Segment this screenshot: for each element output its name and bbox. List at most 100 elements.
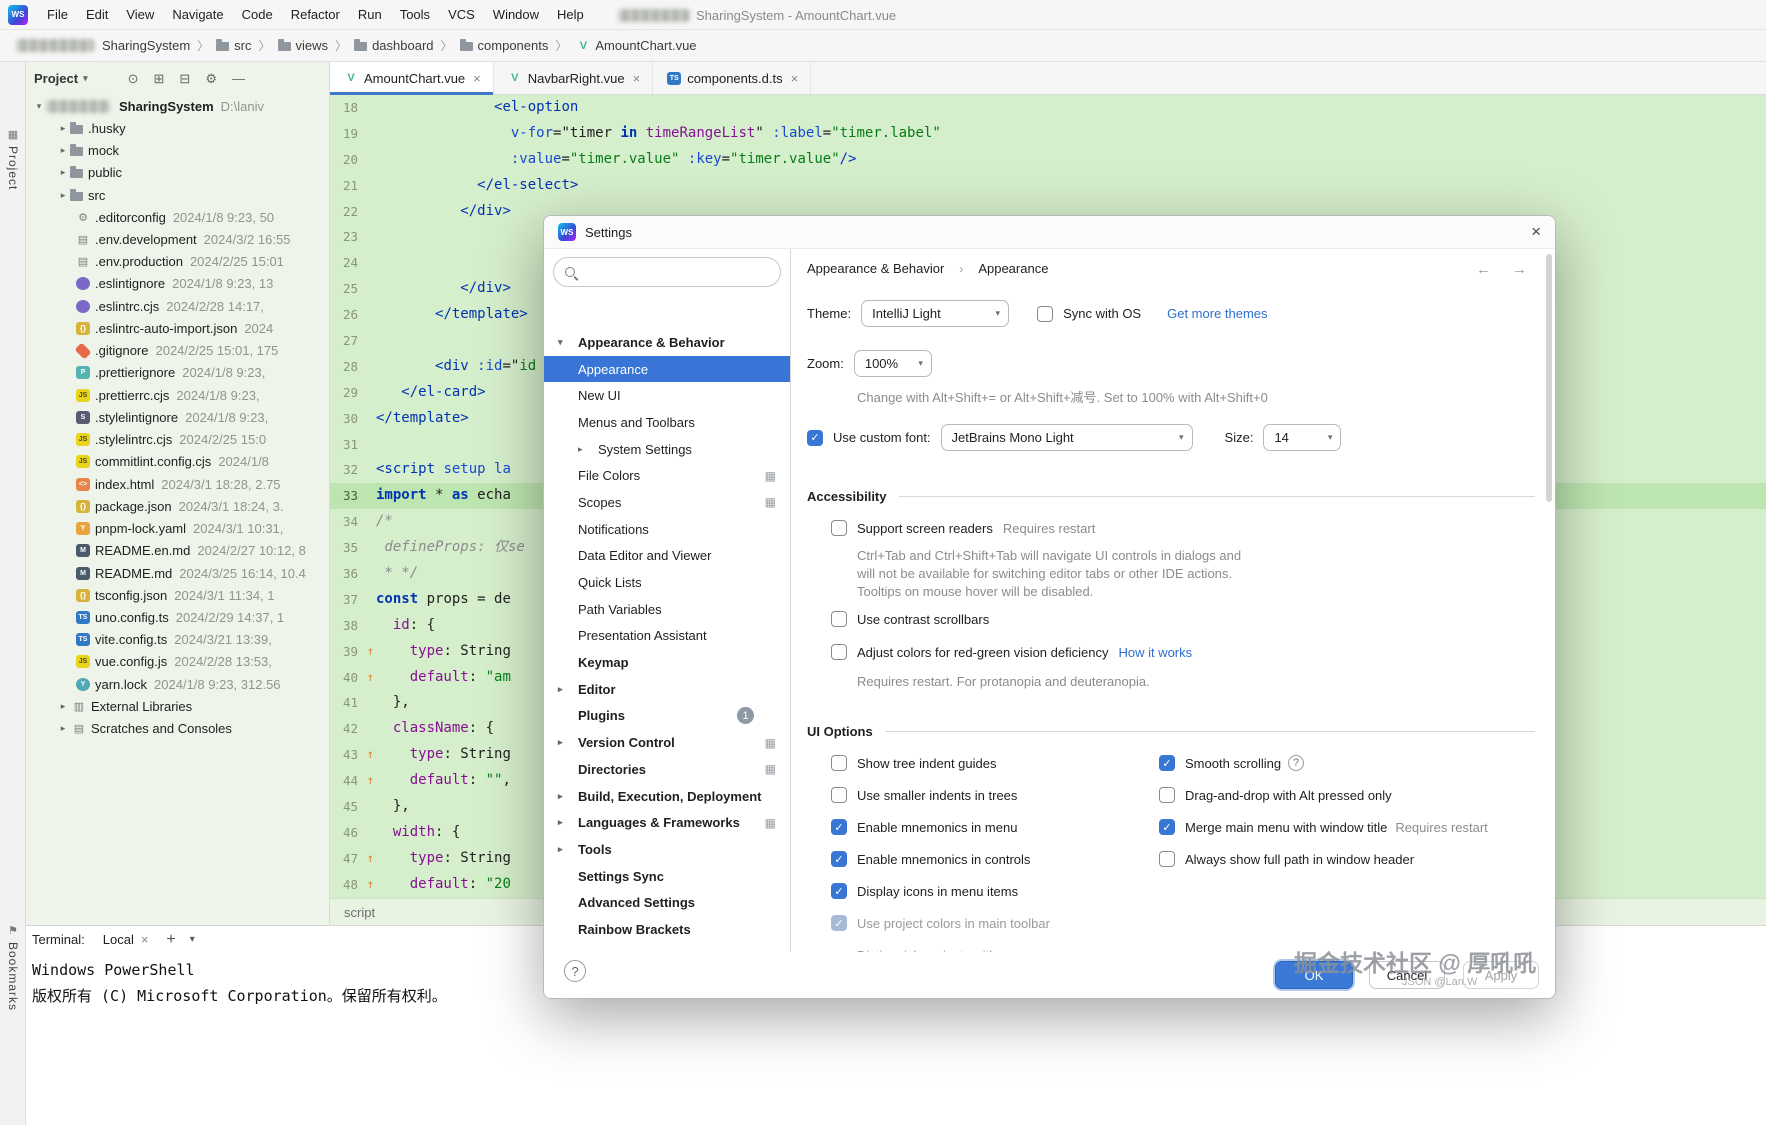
breadcrumb-item-amountchart-vue[interactable]: V AmountChart.vue <box>574 38 697 53</box>
zoom-select[interactable]: 100% ▾ <box>853 350 932 377</box>
sync-with-os-checkbox[interactable] <box>1037 305 1054 322</box>
checkbox[interactable]: ✓ <box>1159 819 1175 835</box>
editor-tab-amountchart-vue[interactable]: V AmountChart.vue × <box>330 62 494 95</box>
breadcrumb-item-views[interactable]: views <box>277 38 328 53</box>
tree-item-vite-config-ts[interactable]: TS vite.config.ts 2024/3/21 13:39, <box>26 629 329 651</box>
chevron-right-icon[interactable]: ▸ <box>558 844 578 855</box>
forward-arrow-icon[interactable]: → <box>1512 261 1527 278</box>
menu-navigate[interactable]: Navigate <box>163 0 232 30</box>
help-icon[interactable]: ? <box>564 960 586 982</box>
tree-item-src[interactable]: ▸ src <box>26 184 329 206</box>
close-tab-icon[interactable]: × <box>473 71 481 86</box>
settings-nav-menus-and-toolbars[interactable]: Menus and Toolbars <box>544 409 790 436</box>
close-icon[interactable]: × <box>1531 222 1541 242</box>
tree-item--eslintrc-cjs[interactable]: .eslintrc.cjs 2024/2/28 14:17, <box>26 295 329 317</box>
settings-nav-file-colors[interactable]: File Colors ▦ <box>544 462 790 489</box>
close-tab-icon[interactable]: × <box>633 71 641 86</box>
tree-item-commitlint-config-cjs[interactable]: JS commitlint.config.cjs 2024/1/8 <box>26 451 329 473</box>
tree-item-public[interactable]: ▸ public <box>26 162 329 184</box>
tree-item-mock[interactable]: ▸ mock <box>26 139 329 161</box>
settings-nav-appearance-behavior[interactable]: ▾ Appearance & Behavior <box>544 329 790 356</box>
apply-button[interactable]: Apply <box>1463 961 1539 989</box>
project-view-selector[interactable]: Project ▾ <box>34 71 88 86</box>
code-line[interactable]: 19 v-for="timer in timeRangeList" :label… <box>330 121 1766 147</box>
cancel-button[interactable]: Cancel <box>1369 961 1445 989</box>
terminal-dropdown-icon[interactable]: ▾ <box>190 934 195 945</box>
gutter-annotation-icon[interactable]: ↑ <box>367 768 374 794</box>
expand-all-icon[interactable]: ⊞ <box>154 71 165 87</box>
tree-item--prettierignore[interactable]: P .prettierignore 2024/1/8 9:23, <box>26 362 329 384</box>
app-logo-icon[interactable]: WS <box>8 4 28 25</box>
tool-window-bookmarks-stripe[interactable]: ⚑ Bookmarks <box>0 924 26 1011</box>
chevron-down-icon[interactable]: ▾ <box>558 337 578 348</box>
tree-item-pnpm-lock-yaml[interactable]: Ypnpm-lock.yaml 2024/3/1 10:31, <box>26 517 329 539</box>
settings-nav-system-settings[interactable]: ▸ System Settings <box>544 436 790 463</box>
chevron-right-icon[interactable]: ▸ <box>56 145 70 156</box>
settings-nav-scopes[interactable]: Scopes ▦ <box>544 489 790 516</box>
locate-file-icon[interactable]: ⊙ <box>128 71 139 87</box>
chevron-right-icon[interactable]: ▸ <box>558 791 578 802</box>
redgreen-colors-checkbox[interactable] <box>831 644 847 660</box>
gutter-annotation-icon[interactable]: ↑ <box>367 665 374 691</box>
dialog-scrollbar[interactable] <box>1546 254 1552 502</box>
help-icon[interactable]: ? <box>1288 755 1305 771</box>
tree-item--gitignore[interactable]: .gitignore 2024/2/25 15:01, 175 <box>26 340 329 362</box>
menu-help[interactable]: Help <box>548 0 593 30</box>
tree-item-uno-config-ts[interactable]: TS uno.config.ts 2024/2/29 14:37, 1 <box>26 606 329 628</box>
settings-nav-rainbow-brackets[interactable]: Rainbow Brackets <box>544 916 790 943</box>
collapse-all-icon[interactable]: ⊟ <box>179 71 190 87</box>
settings-nav-plugins[interactable]: Plugins 1 <box>544 703 790 730</box>
font-size-combo[interactable]: 14 ▾ <box>1263 424 1342 451</box>
settings-nav-editor[interactable]: ▸ Editor <box>544 676 790 703</box>
settings-nav-settings-sync[interactable]: Settings Sync <box>544 863 790 890</box>
gear-icon[interactable]: ⚙ <box>205 71 217 87</box>
code-line[interactable]: 20 :value="timer.value" :key="timer.valu… <box>330 147 1766 173</box>
checkbox[interactable]: ✓ <box>1159 755 1175 771</box>
settings-nav-data-editor-and-viewer[interactable]: Data Editor and Viewer <box>544 543 790 570</box>
settings-nav-path-variables[interactable]: Path Variables <box>544 596 790 623</box>
editor-tab-navbarright-vue[interactable]: V NavbarRight.vue × <box>494 62 654 94</box>
menu-view[interactable]: View <box>117 0 163 30</box>
menu-file[interactable]: File <box>38 0 77 30</box>
chevron-down-icon[interactable]: ▾ <box>32 101 46 112</box>
chevron-right-icon[interactable]: ▸ <box>56 701 70 712</box>
settings-nav-notifications[interactable]: Notifications <box>544 516 790 543</box>
tree-item--eslintrc-auto-import-json[interactable]: {} .eslintrc-auto-import.json 2024 <box>26 317 329 339</box>
gutter-annotation-icon[interactable]: ↑ <box>367 846 374 872</box>
code-line[interactable]: 18 <el-option <box>330 95 1766 121</box>
checkbox[interactable] <box>831 755 847 771</box>
settings-nav-advanced-settings[interactable]: Advanced Settings <box>544 889 790 916</box>
checkbox[interactable]: ✓ <box>831 851 847 867</box>
tree-item-vue-config-js[interactable]: JS vue.config.js 2024/2/28 13:53, <box>26 651 329 673</box>
checkbox[interactable] <box>831 787 847 803</box>
ok-button[interactable]: OK <box>1275 961 1353 989</box>
support-screen-readers-checkbox[interactable] <box>831 520 847 536</box>
chevron-right-icon[interactable]: ▸ <box>56 190 70 201</box>
back-arrow-icon[interactable]: ← <box>1476 261 1491 278</box>
theme-select[interactable]: IntelliJ Light ▾ <box>861 300 1010 327</box>
terminal-tab-local[interactable]: Local × <box>99 932 153 947</box>
settings-nav-keymap[interactable]: Keymap <box>544 649 790 676</box>
chevron-right-icon[interactable]: ▸ <box>56 167 70 178</box>
checkbox[interactable] <box>1159 787 1175 803</box>
menu-refactor[interactable]: Refactor <box>282 0 349 30</box>
menu-tools[interactable]: Tools <box>391 0 439 30</box>
close-tab-icon[interactable]: × <box>791 71 799 86</box>
font-select[interactable]: JetBrains Mono Light ▾ <box>940 424 1193 451</box>
chevron-right-icon[interactable]: ▸ <box>56 123 70 134</box>
settings-nav-new-ui[interactable]: New UI <box>544 382 790 409</box>
chevron-right-icon[interactable]: ▸ <box>56 723 70 734</box>
settings-nav-quick-lists[interactable]: Quick Lists <box>544 569 790 596</box>
settings-nav-build-execution-deployment[interactable]: ▸ Build, Execution, Deployment <box>544 783 790 810</box>
editor-breadcrumb-script[interactable]: script <box>344 905 375 920</box>
close-terminal-tab-icon[interactable]: × <box>141 932 149 947</box>
menu-vcs[interactable]: VCS <box>439 0 484 30</box>
menu-run[interactable]: Run <box>349 0 391 30</box>
tree-item-scratches-and-consoles[interactable]: ▸ ▤ Scratches and Consoles <box>26 718 329 740</box>
new-terminal-button[interactable]: + <box>166 931 175 949</box>
gutter-annotation-icon[interactable]: ↑ <box>367 639 374 665</box>
breadcrumb-item-src[interactable]: src <box>216 38 252 53</box>
menu-edit[interactable]: Edit <box>77 0 117 30</box>
gutter-annotation-icon[interactable]: ↑ <box>367 742 374 768</box>
breadcrumb-item-dashboard[interactable]: dashboard <box>354 38 434 53</box>
